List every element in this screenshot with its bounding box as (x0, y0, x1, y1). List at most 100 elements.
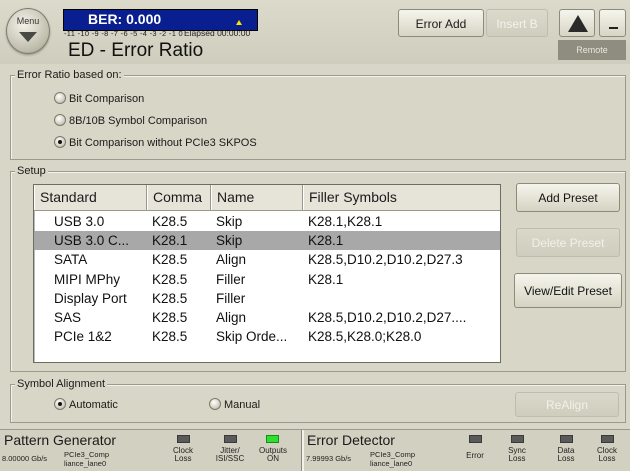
error-add-button[interactable]: Error Add (398, 9, 484, 37)
radio-bit-comparison[interactable]: Bit Comparison (54, 92, 145, 105)
realign-button[interactable]: ReAlign (515, 392, 619, 417)
table-row[interactable]: Display Port K28.5 Filler (34, 289, 500, 308)
table-cell-comma: K28.5 (152, 271, 188, 287)
table-cell-standard: SATA (54, 252, 88, 268)
table-cell-name: Skip (216, 214, 243, 229)
radio-button[interactable] (54, 136, 66, 149)
table-cell-filler: K28.5,D10.2,D10.2,D27.... (308, 310, 467, 325)
error-ratio-group: Error Ratio based on: Bit Comparison 8B/… (10, 69, 626, 160)
detector-pattern-line2: liance_lane0 (370, 459, 413, 468)
minimize-icon (609, 27, 618, 29)
detector-pattern-line1: PCIe3_Comp (370, 450, 416, 459)
sync-loss-label: Sync Loss (508, 446, 526, 463)
radio-manual[interactable]: Manual (209, 398, 261, 411)
delete-preset-button[interactable]: Delete Preset (516, 228, 620, 257)
view-edit-preset-button[interactable]: View/Edit Preset (514, 273, 622, 308)
table-cell-comma: K28.5 (152, 290, 188, 306)
table-cell-filler: K28.1 (308, 233, 344, 249)
error-detector-title: Error Detector (307, 432, 395, 448)
radio-label: Bit Comparison without PCIe3 SKPOS (69, 137, 257, 149)
menu-label: Menu (16, 16, 40, 26)
table-cell-comma: K28.5 (152, 329, 188, 345)
column-header-comma[interactable]: Comma (147, 185, 211, 210)
radio-8b10b-symbol-comparison[interactable]: 8B/10B Symbol Comparison (54, 114, 208, 127)
clock-loss-label: Clock Loss (172, 446, 193, 463)
menu-arrow-icon (19, 32, 37, 42)
radio-label: Automatic (69, 399, 118, 411)
detector-rate: 7.99993 Gb/s (306, 454, 352, 463)
table-cell-comma: K28.5 (152, 252, 188, 268)
radio-label: 8B/10B Symbol Comparison (69, 115, 208, 127)
generator-rate: 8.00000 Gb/s (2, 454, 48, 463)
table-cell-standard: Display Port (54, 290, 127, 306)
table-row[interactable]: SAS K28.5 Align K28.5,D10.2,D10.2,D27.... (34, 308, 500, 327)
table-cell-filler: K28.5,K28.0;K28.0 (308, 329, 422, 345)
error-label: Error (466, 451, 484, 460)
ber-scale: -11 -10 -9 -8 -7 -6 -5 -4 -3 -2 -1 0 (64, 29, 184, 38)
jitter-isi-ssc-label: Jitter/ISI/SSC (215, 446, 245, 463)
table-cell-standard: USB 3.0 C... (54, 233, 130, 249)
radio-button[interactable] (54, 92, 66, 105)
table-cell-standard: SAS (54, 310, 82, 325)
data-loss-label: Data Loss (557, 446, 575, 463)
radio-automatic[interactable]: Automatic (54, 398, 118, 411)
radio-bit-comparison-without-skpos[interactable]: Bit Comparison without PCIe3 SKPOS (54, 136, 257, 149)
table-header: Standard Comma Name Filler Symbols (34, 185, 500, 211)
clock-loss-led (177, 435, 190, 443)
column-header-standard[interactable]: Standard (34, 185, 147, 210)
warning-button[interactable] (559, 9, 595, 37)
clock-loss-detector-led (601, 435, 614, 443)
table-cell-comma: K28.5 (152, 214, 188, 229)
remote-indicator: Remote (558, 40, 626, 60)
add-preset-button[interactable]: Add Preset (516, 183, 620, 212)
page-title: ED - Error Ratio (68, 40, 204, 61)
header: Menu BER: 0.000 -11 -10 -9 -8 -7 -6 -5 -… (0, 0, 630, 64)
symbol-alignment-group: Symbol Alignment Automatic Manual ReAlig… (10, 378, 626, 423)
insert-b-button[interactable]: Insert B (486, 9, 548, 37)
menu-button[interactable]: Menu (6, 8, 50, 54)
table-cell-comma: K28.1 (152, 233, 188, 249)
radio-button[interactable] (209, 398, 221, 411)
table-cell-name: Filler (216, 290, 246, 306)
clock-loss-detector-label: Clock Loss (596, 446, 617, 463)
table-row[interactable]: PCIe 1&2 K28.5 Skip Orde... K28.5,K28.0;K28… (34, 327, 500, 346)
table-cell-standard: USB 3.0 (54, 214, 105, 229)
generator-pattern-line1: PCIe3_Comp (64, 450, 110, 459)
warning-icon (568, 15, 588, 32)
table-cell-name: Skip Orde... (216, 329, 288, 345)
preset-table[interactable]: Standard Comma Name Filler Symbols USB 3… (33, 184, 501, 363)
table-row[interactable]: SATA K28.5 Align K28.5,D10.2,D10.2,D27.3 (34, 250, 500, 269)
ber-value: BER: 0.000 (88, 11, 162, 27)
table-row[interactable]: USB 3.0 K28.5 Skip K28.1,K28.1 (34, 212, 500, 231)
table-cell-standard: PCIe 1&2 (54, 329, 112, 345)
outputs-on-led (266, 435, 279, 443)
minimize-button[interactable] (599, 9, 626, 37)
setup-title: Setup (15, 165, 48, 178)
table-cell-name: Skip (216, 233, 243, 249)
jitter-isi-ssc-led (224, 435, 237, 443)
data-loss-led (560, 435, 573, 443)
table-row[interactable]: USB 3.0 C... K28.1 Skip K28.1 (34, 231, 500, 251)
column-header-filler-symbols[interactable]: Filler Symbols (303, 185, 500, 210)
radio-button[interactable] (54, 398, 66, 411)
table-cell-filler (303, 289, 500, 308)
table-cell-filler: K28.5,D10.2,D10.2,D27.3 (308, 252, 463, 268)
table-cell-name: Align (216, 310, 247, 325)
outputs-on-label: Outputs ON (258, 446, 287, 463)
table-cell-filler: K28.1,K28.1 (308, 214, 383, 229)
column-header-name[interactable]: Name (211, 185, 303, 210)
error-led (469, 435, 482, 443)
table-cell-filler: K28.1 (308, 271, 344, 287)
error-ratio-title: Error Ratio based on: (15, 69, 124, 82)
status-bar: Pattern Generator 8.00000 Gb/s PCIe3_Com… (0, 429, 630, 471)
radio-button[interactable] (54, 114, 66, 127)
pattern-generator-title: Pattern Generator (4, 432, 117, 448)
table-cell-name: Align (216, 252, 247, 268)
generator-pattern-line2: liance_lane0 (64, 459, 107, 468)
sync-loss-led (511, 435, 524, 443)
table-cell-standard: MIPI MPhy (54, 271, 121, 287)
radio-label: Manual (224, 399, 261, 411)
status-divider (301, 430, 304, 471)
table-row[interactable]: MIPI MPhy K28.5 Filler K28.1 (34, 270, 500, 289)
radio-label: Bit Comparison (69, 93, 145, 105)
